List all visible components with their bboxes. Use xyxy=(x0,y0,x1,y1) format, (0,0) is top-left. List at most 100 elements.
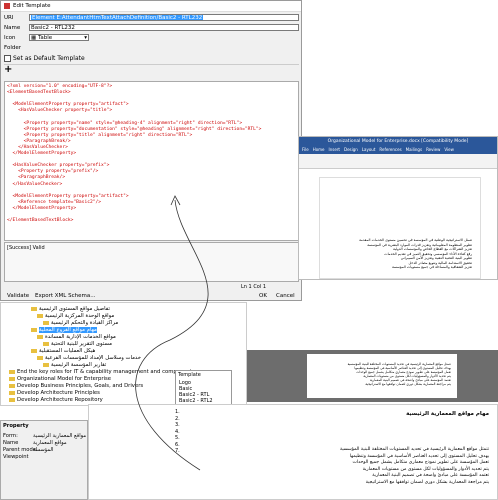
word-tab[interactable]: Review xyxy=(426,147,440,154)
word-tab[interactable]: Mailings xyxy=(406,147,422,154)
folder-icon xyxy=(37,313,43,318)
tree-item-label: مراكز القيادة والتحكم الرئيسية xyxy=(51,320,119,326)
uri-field[interactable]: Element E:AttendantHtmTextAttachDefiniti… xyxy=(29,14,299,21)
word-tab[interactable]: View xyxy=(444,147,454,154)
folder-icon xyxy=(31,327,37,332)
cursor-position: Ln 1 Col 1 xyxy=(241,284,267,290)
word-paragraph: تعزيز الشفافية والمساءلة في جميع مستويات… xyxy=(391,265,472,269)
folder-icon xyxy=(43,320,49,325)
name-field[interactable]: Basic2 - RTL232 xyxy=(29,24,299,31)
icon-row: Icon xyxy=(4,34,26,42)
tree-item-label: هيكل العمليات المستقبلية xyxy=(39,348,96,354)
folder-icon xyxy=(37,355,43,360)
table-icon: ▦ xyxy=(31,35,38,41)
default-template-row[interactable]: Set as Default Template xyxy=(4,54,85,62)
default-template-checkbox[interactable] xyxy=(4,54,11,62)
word-tab[interactable]: Design xyxy=(344,147,358,154)
property-label: Name xyxy=(3,440,19,446)
code-line: </ElementBasedTextBlock> xyxy=(7,218,74,224)
uri-value: Element E:AttendantHtmTextAttachDefiniti… xyxy=(31,15,204,21)
default-template-label: Set as Default Template xyxy=(13,54,85,62)
tree-item[interactable]: هيكل العمليات المستقبلية xyxy=(31,348,95,354)
add-icon[interactable]: + xyxy=(4,64,12,75)
export-xml-schema-button[interactable]: Export XML Schema... xyxy=(35,293,95,299)
cancel-button[interactable]: Cancel xyxy=(276,293,295,299)
preview-strip: تتمثل مواقع المعمارية الرئيسية في تحديد … xyxy=(247,350,498,402)
folder-icon xyxy=(9,369,15,374)
tree-item[interactable]: Organizational Model for Enterprise xyxy=(9,376,111,382)
tree-item[interactable]: Develop Business Principles, Goals, and … xyxy=(9,383,143,389)
folder-icon xyxy=(31,348,37,353)
tree-item[interactable]: مهام مواقع الفروع المحلية xyxy=(31,327,97,333)
word-tab[interactable]: Insert xyxy=(329,147,340,154)
name-row: Name xyxy=(4,24,26,32)
tree-item-label: Organizational Model for Enterprise xyxy=(17,376,112,382)
document-heading: مهام مواقع المعمارية الرئيسية xyxy=(406,411,489,417)
validation-status-text: [Success] Valid xyxy=(7,245,45,251)
property-value[interactable]: المؤسسة xyxy=(33,447,53,453)
tree-item-label: خدمات وسلاسل الإمداد للمؤسسات الفرعية xyxy=(45,355,141,361)
tree-item[interactable]: Develop Architecture Principles xyxy=(9,390,100,396)
property-panel: Property Form: مهام مواقع المعمارية الرئي… xyxy=(0,420,98,500)
uri-label: URI xyxy=(4,15,14,21)
tree-item[interactable]: مراكز القيادة والتحكم الرئيسية xyxy=(43,320,118,326)
preview-page: تتمثل مواقع المعمارية الرئيسية في تحديد … xyxy=(307,354,457,398)
property-value[interactable]: مواقع المعمارية xyxy=(33,440,67,446)
word-tab[interactable]: Layout xyxy=(362,147,376,154)
tree-item-label: مواقع الخدمات الإدارية المساندة xyxy=(45,334,116,340)
preview-line: يتم مراجعة المعمارية بشكل دوري لضمان توا… xyxy=(365,382,451,386)
tree-item-label: مواقع الوحدة المركزية الرئيسية xyxy=(45,313,115,319)
editor-toolbar: + xyxy=(4,64,299,75)
word-page: تتمثل الاستراتيجية الوطنية في المؤسسة في… xyxy=(319,177,481,279)
tree-item-label: تفاصيل مواقع المستوى الرئيسية xyxy=(39,306,110,312)
ok-button[interactable]: OK xyxy=(259,293,267,299)
xml-code-editor[interactable]: <?xml version="1.0" encoding="UTF-8"?> <E… xyxy=(4,81,299,241)
validation-status-panel: [Success] Valid xyxy=(4,242,299,282)
property-panel-title: Property xyxy=(3,423,29,429)
document-paragraph: يتم مراجعة المعمارية بشكل دوري لضمان توا… xyxy=(365,479,489,485)
word-ribbon xyxy=(299,154,497,169)
document-preview: مهام مواقع المعمارية الرئيسية 1. 2. 3. 4. 5.… xyxy=(88,404,498,500)
icon-select[interactable]: ▦ Table ▾ xyxy=(29,34,89,41)
tree-item[interactable]: Develop Architecture Repository xyxy=(9,397,103,403)
icon-label: Icon xyxy=(4,35,16,41)
folder-icon xyxy=(9,383,15,388)
tree-item[interactable]: مواقع الوحدة المركزية الرئيسية xyxy=(37,313,114,319)
list-number: 3. xyxy=(175,422,180,428)
tree-item[interactable]: خدمات وسلاسل الإمداد للمؤسسات الفرعية xyxy=(37,355,141,361)
tree-item-label: Develop Architecture Repository xyxy=(17,397,103,403)
template-panel-title: Template xyxy=(178,372,201,378)
uri-row: URI xyxy=(4,14,26,22)
edit-template-dialog: Edit Template URI Element E:AttendantHtm… xyxy=(0,0,302,301)
word-tab[interactable]: File xyxy=(302,147,309,154)
tree-item[interactable]: End the key roles for IT & capability ma… xyxy=(9,369,195,375)
validate-button[interactable]: Validate xyxy=(7,293,29,299)
folder-label: Folder xyxy=(4,45,21,51)
tree-item-label: تقارير المؤسسة الرئيسية xyxy=(51,362,107,368)
folder-icon xyxy=(37,334,43,339)
folder-icon xyxy=(43,341,49,346)
folder-icon xyxy=(9,397,15,402)
folder-row: Folder xyxy=(4,44,26,52)
tree-item-label: مستوى التقرير للبنية التحتية xyxy=(51,341,112,347)
name-value: Basic2 - RTL232 xyxy=(31,25,75,31)
list-number: 5. xyxy=(175,435,180,441)
tree-item[interactable]: مواقع الخدمات الإدارية المساندة xyxy=(37,334,116,340)
tree-item[interactable]: مستوى التقرير للبنية التحتية xyxy=(43,341,112,347)
tree-item[interactable]: تقارير المؤسسة الرئيسية xyxy=(43,362,106,368)
word-tab[interactable]: References xyxy=(379,147,401,154)
name-label: Name xyxy=(4,25,21,31)
tree-item[interactable]: تفاصيل مواقع المستوى الرئيسية xyxy=(31,306,110,312)
preview-text: تتمثل مواقع المعمارية الرئيسية في تحديد … xyxy=(321,362,451,386)
folder-icon xyxy=(9,390,15,395)
list-number: 1. xyxy=(175,409,180,415)
folder-icon xyxy=(31,306,37,311)
word-tab[interactable]: Home xyxy=(313,147,325,154)
dialog-title: Edit Template xyxy=(13,3,51,9)
property-label: Form: xyxy=(3,433,18,439)
word-titlebar: Organizational Model for Enterprise.docx… xyxy=(299,137,497,147)
app-icon xyxy=(4,3,10,9)
property-label: Viewpoint xyxy=(3,454,29,460)
tree-item-label: Develop Business Principles, Goals, and … xyxy=(17,383,144,389)
word-page-text: تتمثل الاستراتيجية الوطنية في المؤسسة في… xyxy=(328,238,472,270)
